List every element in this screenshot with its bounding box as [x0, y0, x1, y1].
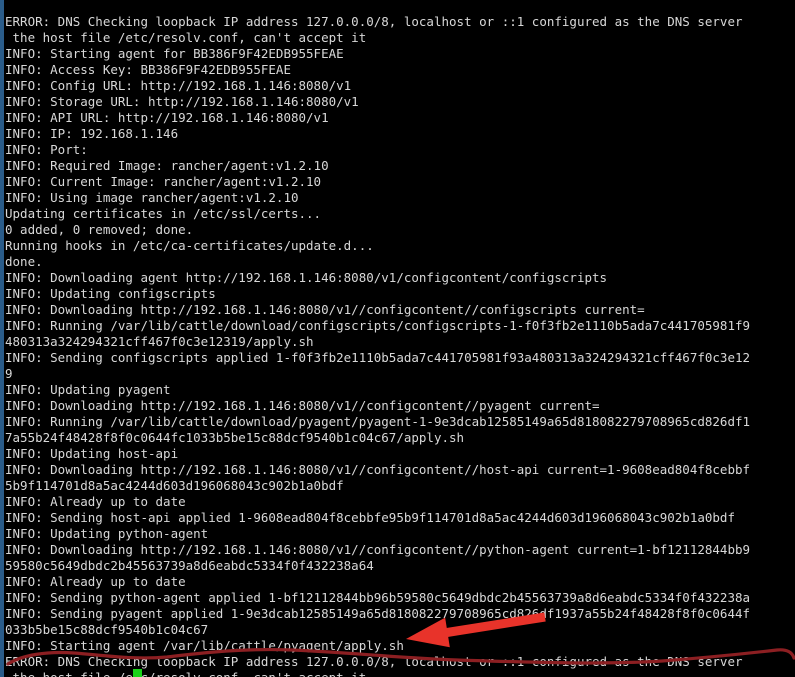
- terminal-line: INFO: Required Image: rancher/agent:v1.2…: [5, 157, 329, 173]
- terminal-line: INFO: Sending python-agent applied 1-bf1…: [5, 589, 751, 605]
- terminal-line: INFO: Already up to date: [5, 493, 186, 509]
- terminal-cursor: [133, 669, 142, 677]
- terminal-line: INFO: Updating pyagent: [5, 381, 171, 397]
- terminal-line: INFO: Sending configscripts applied 1-f0…: [5, 349, 751, 365]
- terminal-line: INFO: Already up to date: [5, 573, 186, 589]
- terminal-line: INFO: Starting agent for BB386F9F42EDB95…: [5, 45, 344, 61]
- terminal-line: INFO: Sending host-api applied 1-9608ead…: [5, 509, 735, 525]
- terminal-line: 7a55b24f48428f8f0c0644fc1033b5be15c88dcf…: [5, 429, 465, 445]
- terminal-line: ERROR: DNS Checking loopback IP address …: [5, 653, 743, 669]
- terminal-line: INFO: Starting agent /var/lib/cattle/pya…: [5, 637, 404, 653]
- terminal-line: 033b5be15c88dcf9540b1c04c67: [5, 621, 209, 637]
- terminal-line: INFO: Config URL: http://192.168.1.146:8…: [5, 77, 352, 93]
- terminal-line: INFO: Port:: [5, 141, 88, 157]
- terminal-line: INFO: Downloading http://192.168.1.146:8…: [5, 461, 751, 477]
- terminal-line: 5b9f114701d8a5ac4244d603d196068043c902b1…: [5, 477, 344, 493]
- terminal-line: Running hooks in /etc/ca-certificates/up…: [5, 237, 374, 253]
- terminal-line: 59580c5649dbdc2b45563739a8d6eabdc5334f0f…: [5, 557, 374, 573]
- terminal-line: done.: [5, 253, 43, 269]
- terminal-line: INFO: Updating host-api: [5, 445, 179, 461]
- terminal-line: 480313a324294321cff467f0c3e12319/apply.s…: [5, 333, 314, 349]
- terminal-line: INFO: Storage URL: http://192.168.1.146:…: [5, 93, 359, 109]
- terminal-line: ERROR: DNS Checking loopback IP address …: [5, 13, 743, 29]
- terminal-line: INFO: Downloading agent http://192.168.1…: [5, 269, 608, 285]
- terminal-line: INFO: Running /var/lib/cattle/download/c…: [5, 317, 751, 333]
- terminal-line: the host file /etc/resolv.conf, can't ac…: [5, 669, 367, 677]
- terminal-line: INFO: Running /var/lib/cattle/download/p…: [5, 413, 751, 429]
- terminal-window[interactable]: ERROR: DNS Checking loopback IP address …: [0, 0, 795, 677]
- terminal-line: INFO: Sending pyagent applied 1-9e3dcab1…: [5, 605, 751, 621]
- terminal-line: 9: [5, 365, 13, 381]
- terminal-line: Updating certificates in /etc/ssl/certs.…: [5, 205, 322, 221]
- terminal-line: INFO: Downloading http://192.168.1.146:8…: [5, 397, 600, 413]
- terminal-line: 0 added, 0 removed; done.: [5, 221, 194, 237]
- terminal-line: INFO: Current Image: rancher/agent:v1.2.…: [5, 173, 322, 189]
- terminal-line: INFO: API URL: http://192.168.1.146:8080…: [5, 109, 329, 125]
- terminal-line: INFO: Access Key: BB386F9F42EDB955FEAE: [5, 61, 291, 77]
- terminal-line: INFO: Downloading http://192.168.1.146:8…: [5, 301, 645, 317]
- terminal-line: the host file /etc/resolv.conf, can't ac…: [5, 29, 367, 45]
- terminal-line: INFO: Downloading http://192.168.1.146:8…: [5, 541, 751, 557]
- terminal-line: INFO: Updating configscripts: [5, 285, 216, 301]
- terminal-log-output: ERROR: DNS Checking loopback IP address …: [2, 13, 795, 677]
- terminal-line: INFO: Updating python-agent: [5, 525, 209, 541]
- terminal-line: INFO: Using image rancher/agent:v1.2.10: [5, 189, 299, 205]
- terminal-line: INFO: IP: 192.168.1.146: [5, 125, 179, 141]
